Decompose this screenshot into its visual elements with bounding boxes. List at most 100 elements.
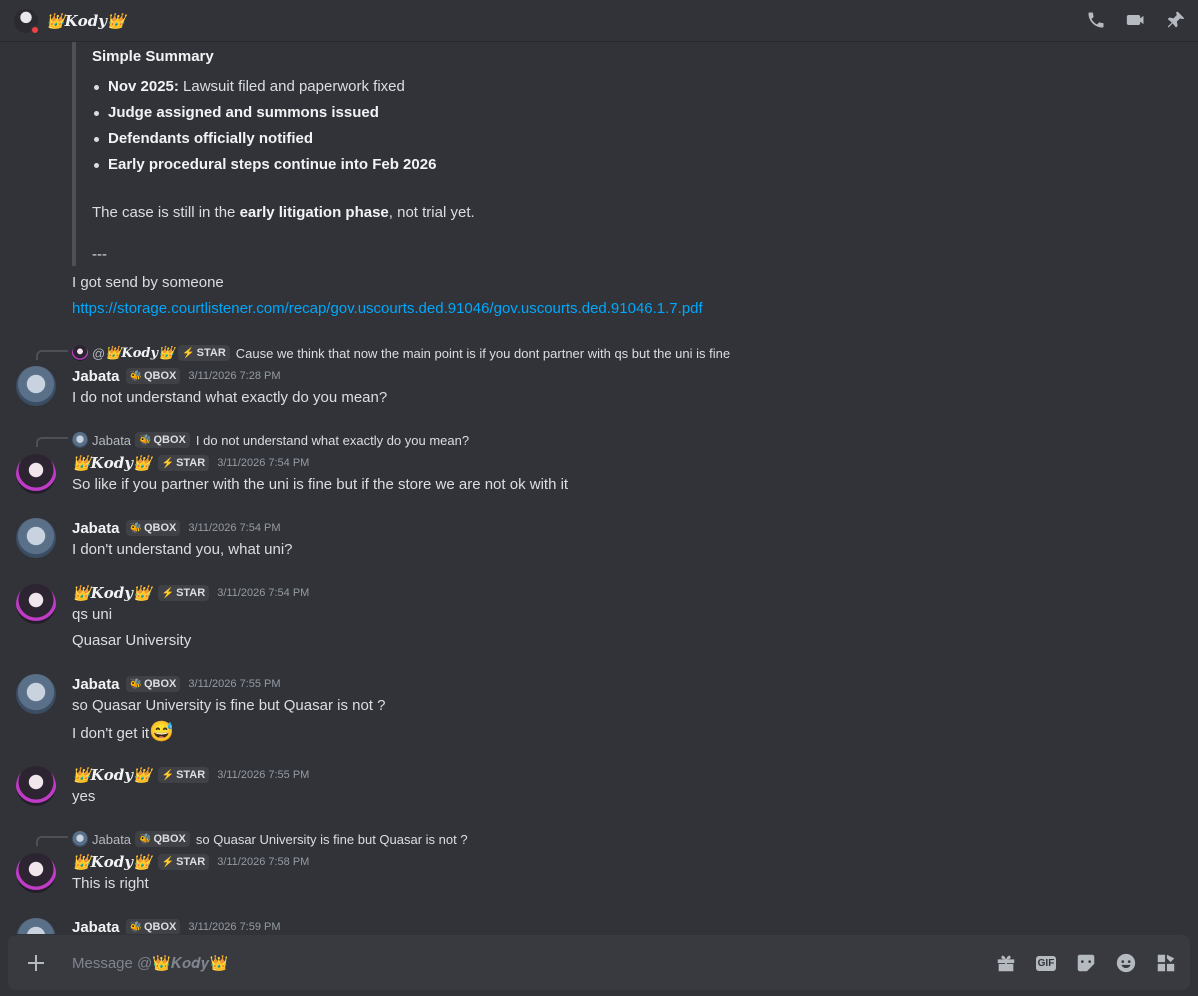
- lightning-icon: ⚡: [161, 769, 175, 781]
- timestamp: 3/11/2026 7:59 PM: [188, 921, 281, 933]
- avatar[interactable]: [16, 853, 56, 893]
- timestamp: 3/11/2026 7:54 PM: [188, 522, 281, 534]
- reply-author: Jabata: [92, 831, 132, 847]
- bee-icon: 🐝: [139, 434, 152, 446]
- reply-preview[interactable]: @ 👑𝑲𝒐𝒅𝒚👑 ⚡ STAR Cause we think that now t…: [72, 344, 730, 362]
- reply-connector: [36, 836, 68, 846]
- role-tag: 🐝 QBOX: [125, 520, 181, 536]
- add-attachment-button[interactable]: [24, 951, 48, 975]
- list-item: Nov 2025: Lawsuit filed and paperwork fi…: [92, 76, 436, 102]
- author-name[interactable]: 👑𝑲𝒐𝒅𝒚👑: [72, 584, 152, 602]
- author-name[interactable]: Jabata: [72, 676, 120, 693]
- quote-list: Nov 2025: Lawsuit filed and paperwork fi…: [92, 76, 436, 180]
- message-input[interactable]: [72, 949, 972, 977]
- status-dnd-icon: [30, 24, 40, 35]
- block-quote: Simple Summary Nov 2025: Lawsuit filed a…: [72, 42, 772, 266]
- lightning-icon: ⚡: [161, 457, 175, 469]
- timestamp: 3/11/2026 7:28 PM: [188, 370, 281, 382]
- message-header: 👑𝑲𝒐𝒅𝒚👑 ⚡ STAR 3/11/2026 7:58 PM: [72, 852, 309, 872]
- message-text: I got send by someone: [72, 274, 224, 291]
- gift-icon[interactable]: [994, 951, 1018, 975]
- pin-icon[interactable]: [1164, 8, 1188, 32]
- bee-icon: 🐝: [129, 370, 142, 382]
- list-item: Early procedural steps continue into Feb…: [92, 154, 436, 180]
- message-header: 👑𝑲𝒐𝒅𝒚👑 ⚡ STAR 3/11/2026 7:54 PM: [72, 453, 309, 473]
- role-tag: ⚡ STAR: [157, 585, 210, 601]
- dm-header: 👑𝑲𝒐𝒅𝒚👑: [0, 0, 1198, 42]
- reply-preview[interactable]: Jabata 🐝 QBOX I do not understand what ex…: [72, 431, 469, 449]
- message-header: Jabata 🐝 QBOX 3/11/2026 7:59 PM: [72, 917, 281, 934]
- reply-connector: [36, 350, 68, 360]
- author-name[interactable]: 👑𝑲𝒐𝒅𝒚👑: [72, 853, 152, 871]
- role-tag: 🐝 QBOX: [125, 919, 181, 934]
- author-name[interactable]: 👑𝑲𝒐𝒅𝒚👑: [72, 454, 152, 472]
- author-name[interactable]: Jabata: [72, 520, 120, 537]
- message-header: Jabata 🐝 QBOX 3/11/2026 7:28 PM: [72, 366, 281, 386]
- message-list[interactable]: Simple Summary Nov 2025: Lawsuit filed a…: [0, 42, 1198, 934]
- quote-title: Simple Summary: [92, 48, 214, 65]
- message-link[interactable]: https://storage.courtlistener.com/recap/…: [72, 300, 703, 317]
- bee-icon: 🐝: [129, 522, 142, 534]
- avatar[interactable]: [16, 674, 56, 714]
- timestamp: 3/11/2026 7:55 PM: [217, 769, 310, 781]
- avatar[interactable]: [16, 766, 56, 806]
- timestamp: 3/11/2026 7:54 PM: [217, 457, 310, 469]
- message-text: This is right: [72, 875, 149, 892]
- bee-icon: 🐝: [129, 921, 142, 933]
- lightning-icon: ⚡: [161, 856, 175, 868]
- bee-icon: 🐝: [129, 678, 142, 690]
- author-name[interactable]: Jabata: [72, 368, 120, 385]
- reply-author: Jabata: [92, 432, 132, 448]
- list-item: Defendants officially notified: [92, 128, 436, 154]
- apps-icon[interactable]: [1154, 951, 1178, 975]
- avatar[interactable]: [16, 518, 56, 558]
- reply-preview[interactable]: Jabata 🐝 QBOX so Quasar University is fin…: [72, 830, 468, 848]
- role-tag: 🐝 QBOX: [135, 831, 190, 847]
- role-tag: ⚡ STAR: [157, 767, 210, 783]
- message-text: Quasar University: [72, 632, 192, 649]
- quote-case-status: The case is still in the early litigatio…: [92, 204, 475, 221]
- reply-text: Cause we think that now the main point i…: [235, 345, 731, 361]
- timestamp: 3/11/2026 7:58 PM: [217, 856, 310, 868]
- reply-connector: [36, 437, 68, 447]
- avatar[interactable]: [16, 366, 56, 406]
- message-text: yes: [72, 788, 96, 805]
- reply-author: 👑𝑲𝒐𝒅𝒚👑: [105, 345, 175, 361]
- message-text: I do not understand what exactly do you …: [72, 389, 388, 406]
- reply-avatar: [72, 432, 88, 448]
- sweat-smile-emoji-icon: 😅: [149, 721, 174, 743]
- sticker-icon[interactable]: [1074, 951, 1098, 975]
- avatar[interactable]: [16, 918, 56, 934]
- dm-title[interactable]: 👑𝑲𝒐𝒅𝒚👑: [46, 12, 126, 30]
- voice-call-icon[interactable]: [1084, 8, 1108, 32]
- lightning-icon: ⚡: [182, 347, 195, 359]
- message-header: 👑𝑲𝒐𝒅𝒚👑 ⚡ STAR 3/11/2026 7:54 PM: [72, 583, 309, 603]
- author-name[interactable]: 👑𝑲𝒐𝒅𝒚👑: [72, 766, 152, 784]
- avatar[interactable]: [14, 8, 40, 35]
- message-text: I don't understand you, what uni?: [72, 541, 293, 558]
- avatar[interactable]: [16, 454, 56, 494]
- message-header: Jabata 🐝 QBOX 3/11/2026 7:55 PM: [72, 674, 281, 694]
- timestamp: 3/11/2026 7:54 PM: [217, 587, 310, 599]
- role-tag: 🐝 QBOX: [125, 368, 181, 384]
- message-header: 👑𝑲𝒐𝒅𝒚👑 ⚡ STAR 3/11/2026 7:55 PM: [72, 765, 309, 785]
- timestamp: 3/11/2026 7:55 PM: [188, 678, 281, 690]
- plus-icon: [28, 955, 44, 971]
- quote-separator: ---: [92, 246, 107, 263]
- author-name[interactable]: Jabata: [72, 919, 120, 935]
- role-tag: ⚡ STAR: [157, 455, 210, 471]
- message-text: So like if you partner with the uni is f…: [72, 476, 569, 493]
- video-call-icon[interactable]: [1124, 8, 1148, 32]
- emoji-icon[interactable]: [1114, 951, 1138, 975]
- message-text: qs uni: [72, 606, 113, 623]
- message-composer: GIF: [8, 935, 1190, 990]
- message-text: I don't get it😅: [72, 721, 174, 743]
- role-tag: ⚡ STAR: [157, 854, 210, 870]
- role-tag: 🐝 QBOX: [135, 432, 190, 448]
- bee-icon: 🐝: [139, 833, 152, 845]
- message-text: so Quasar University is fine but Quasar …: [72, 697, 386, 714]
- reply-text: so Quasar University is fine but Quasar …: [195, 831, 468, 847]
- avatar[interactable]: [16, 584, 56, 624]
- reply-avatar: [72, 831, 88, 847]
- gif-icon[interactable]: GIF: [1034, 951, 1058, 975]
